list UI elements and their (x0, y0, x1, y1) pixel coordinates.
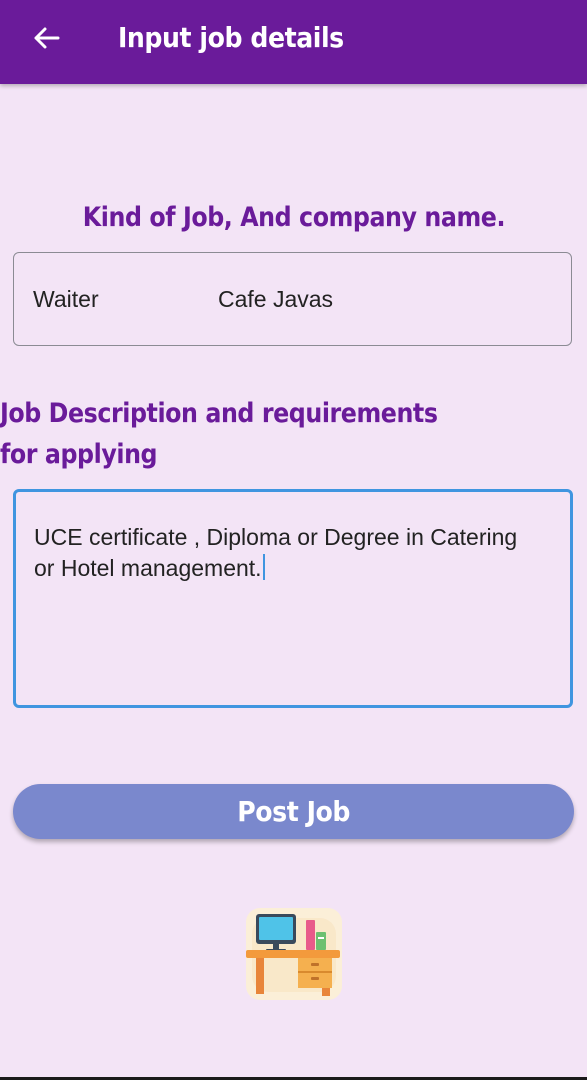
job-section-heading: Kind of Job, And company name. (82, 202, 505, 233)
job-kind-value: Waiter (33, 286, 99, 312)
company-name-value: Cafe Javas (218, 286, 334, 312)
app-bar: Input job details (0, 0, 587, 84)
text-cursor (262, 554, 265, 580)
post-job-button[interactable]: Post Job (13, 784, 574, 839)
office-desk-icon (246, 908, 342, 1000)
post-job-label: Post Job (237, 795, 350, 828)
job-company-field[interactable]: Waiter Cafe Javas (13, 252, 572, 346)
job-description-field[interactable]: UCE certificate , Diploma or Degree in C… (13, 489, 573, 708)
back-button[interactable] (22, 16, 70, 60)
job-description-text: UCE certificate , Diploma or Degree in C… (34, 524, 518, 581)
page-title: Input job details (118, 21, 344, 54)
description-section-heading: Job Description and requirements for app… (0, 398, 438, 470)
arrow-left-icon (34, 27, 60, 49)
